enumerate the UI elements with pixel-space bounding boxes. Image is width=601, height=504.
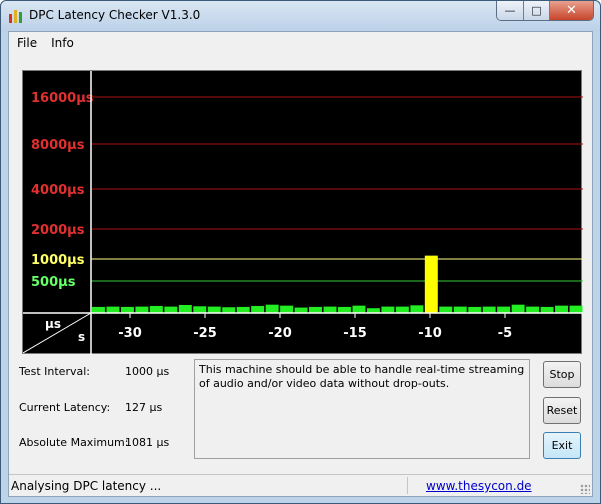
reset-button[interactable]: Reset	[543, 397, 581, 424]
latency-bar	[149, 305, 163, 313]
latency-bar	[92, 306, 105, 313]
y-tick-label: 2000µs	[31, 223, 85, 238]
latency-bar	[120, 306, 134, 313]
x-tick-label: -5	[498, 326, 512, 341]
latency-bar	[497, 306, 511, 313]
latency-bar	[439, 306, 453, 313]
latency-bar	[207, 306, 221, 313]
latency-bar	[424, 255, 438, 313]
minimize-icon[interactable]: —	[497, 1, 523, 20]
app-window: DPC Latency Checker V1.3.0 — □ ✕ File In…	[0, 0, 601, 504]
website-link[interactable]: www.thesycon.de	[426, 479, 532, 493]
x-tick-label: -30	[118, 326, 142, 341]
current-latency-label: Current Latency:	[19, 401, 111, 414]
x-tick-label: -15	[343, 326, 367, 341]
absolute-maximum-value: 1081 µs	[125, 436, 170, 449]
latency-bar	[453, 306, 467, 313]
client-area: File Info 16000µs 8000µs 4000µs 2000µs 1000µ…	[8, 31, 593, 497]
status-message-box: This machine should be able to handle re…	[194, 359, 530, 459]
latency-bar	[236, 306, 250, 313]
latency-bar	[193, 306, 207, 313]
latency-bar	[482, 306, 496, 313]
exit-button[interactable]: Exit	[543, 432, 581, 459]
y-unit-label: µs	[45, 317, 61, 331]
status-bar: Analysing DPC latency ... www.thesycon.d…	[9, 474, 592, 496]
status-divider	[407, 477, 408, 494]
latency-chart: 16000µs 8000µs 4000µs 2000µs 1000µs 500µs µs s -…	[22, 70, 583, 355]
latency-bar	[265, 304, 279, 313]
latency-bar	[555, 305, 569, 313]
app-icon	[8, 9, 24, 23]
y-tick-label: 4000µs	[31, 183, 85, 198]
absolute-maximum-label: Absolute Maximum:	[19, 436, 129, 449]
resize-grip-icon[interactable]	[580, 484, 590, 494]
chart-svg: 16000µs 8000µs 4000µs 2000µs 1000µs 500µs µs s -…	[23, 71, 583, 355]
latency-bar	[410, 305, 424, 313]
close-icon[interactable]: ✕	[549, 1, 593, 20]
latency-bar	[526, 306, 540, 313]
latency-bar	[395, 306, 409, 313]
x-tick-label: -25	[193, 326, 217, 341]
menu-file[interactable]: File	[17, 36, 37, 50]
y-tick-label: 500µs	[31, 275, 76, 290]
latency-bar	[323, 306, 337, 313]
test-interval-label: Test Interval:	[19, 365, 90, 378]
latency-bar	[338, 306, 351, 313]
latency-bar	[164, 306, 178, 313]
latency-bar	[222, 307, 236, 313]
menu-info[interactable]: Info	[51, 36, 74, 50]
latency-bar	[569, 305, 583, 313]
y-tick-label: 8000µs	[31, 138, 85, 153]
latency-bar	[511, 304, 525, 313]
menu-bar: File Info	[9, 32, 592, 54]
test-interval-value: 1000 µs	[125, 365, 170, 378]
latency-bar	[309, 306, 323, 313]
latency-bar	[135, 306, 149, 313]
y-tick-label: 16000µs	[31, 91, 94, 106]
stop-button[interactable]: Stop	[543, 361, 581, 388]
window-title: DPC Latency Checker V1.3.0	[29, 8, 201, 22]
latency-bar	[106, 306, 120, 313]
latency-bar	[468, 306, 482, 313]
x-unit-label: s	[78, 330, 85, 344]
x-tick-label: -20	[268, 326, 292, 341]
latency-bar	[540, 306, 554, 313]
maximize-icon[interactable]: □	[523, 1, 549, 20]
y-tick-label: 1000µs	[31, 253, 85, 268]
status-text: Analysing DPC latency ...	[11, 479, 162, 493]
x-tick-label: -10	[418, 326, 442, 341]
current-latency-value: 127 µs	[125, 401, 163, 414]
latency-bar	[280, 305, 294, 313]
latency-bar	[178, 305, 192, 313]
title-bar[interactable]: DPC Latency Checker V1.3.0 — □ ✕	[1, 1, 600, 31]
latency-bar	[294, 307, 308, 313]
latency-bar	[251, 305, 265, 313]
latency-bar	[381, 306, 395, 313]
latency-bar	[352, 305, 366, 313]
caption-buttons: — □ ✕	[496, 1, 594, 21]
